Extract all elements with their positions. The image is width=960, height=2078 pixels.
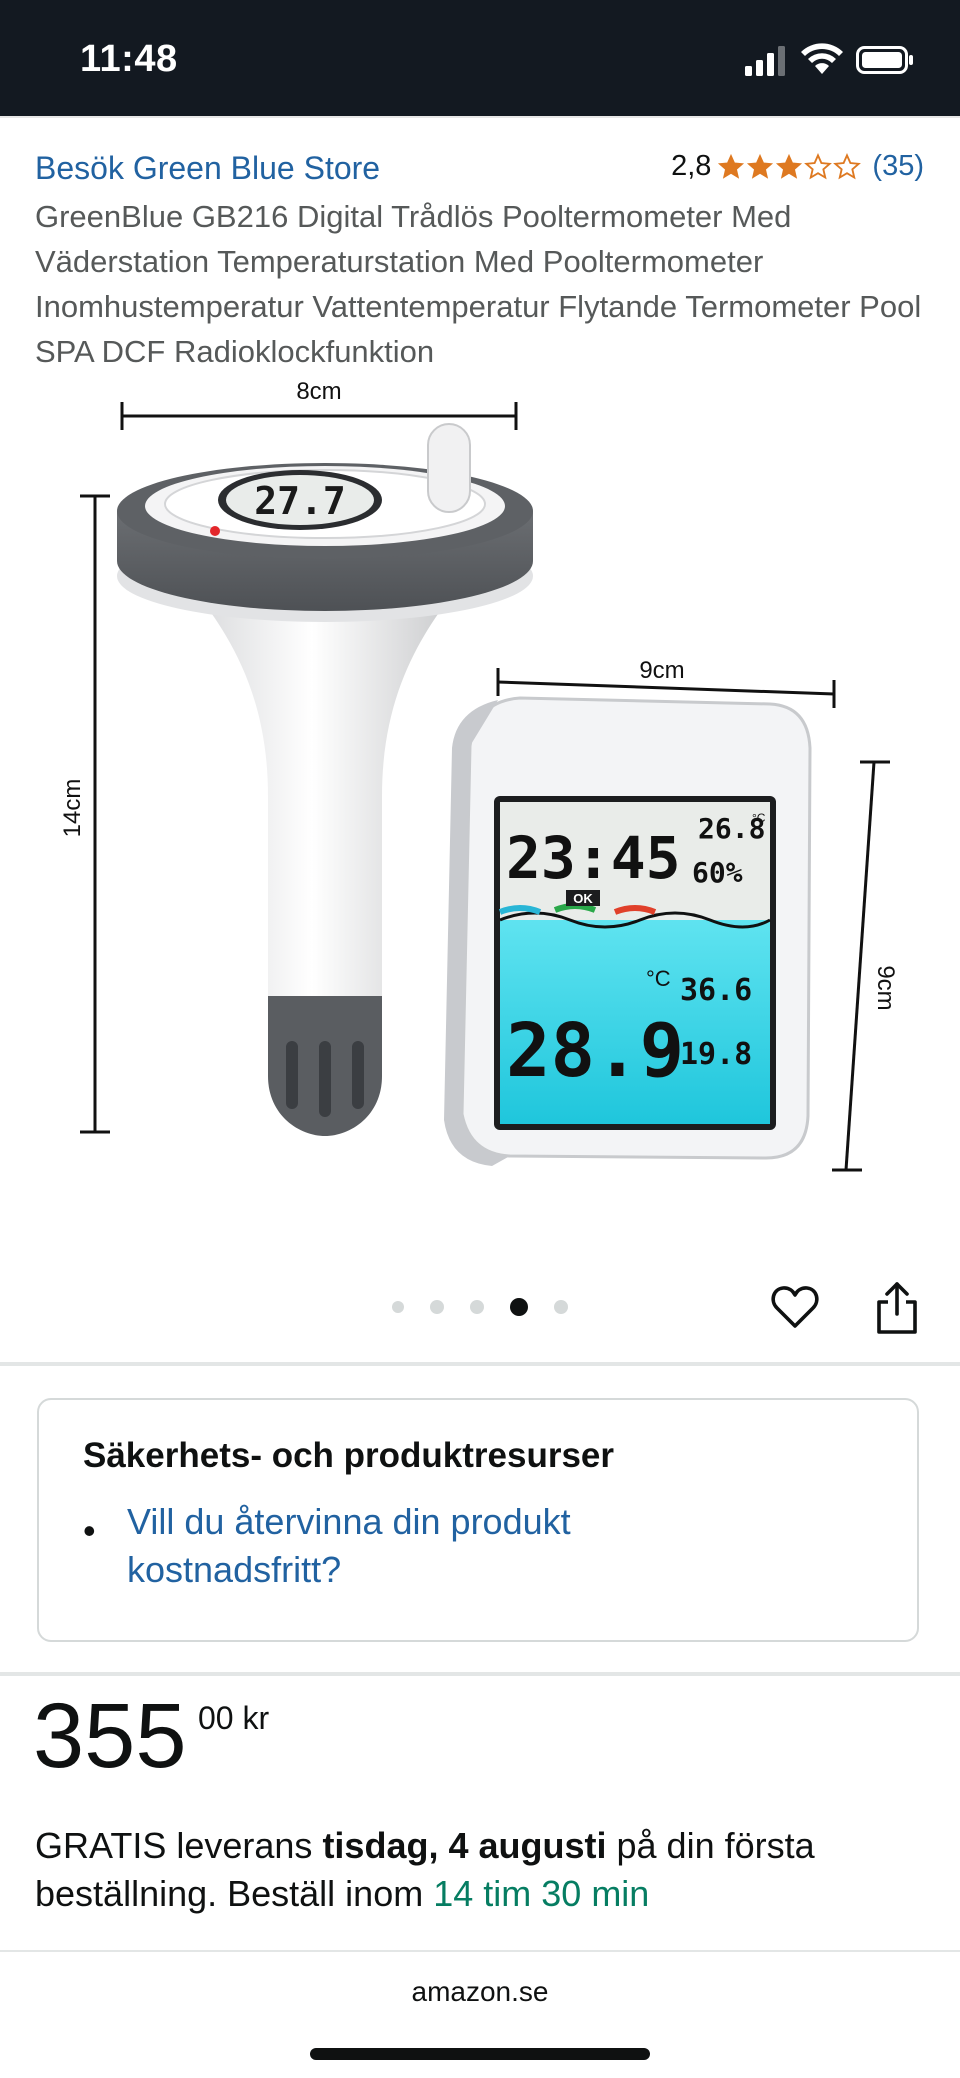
station-max-temp: 36.6 xyxy=(680,973,752,1008)
star-rating xyxy=(717,152,862,181)
price-fraction: 00 kr xyxy=(198,1700,270,1736)
carousel-pagination[interactable] xyxy=(392,1298,594,1316)
float-lcd-digits: 27.7 xyxy=(254,479,346,523)
delivery-date: tisdag, 4 augusti xyxy=(322,1825,607,1866)
dimension-float-height: 14cm xyxy=(59,779,86,838)
price-whole: 355 xyxy=(33,1685,187,1787)
delivery-info: GRATIS leverans tisdag, 4 augusti på din… xyxy=(35,1822,935,1918)
weather-station: OK 23:45 26.8 °C 60% 28.9 °C 36.6 19.8 xyxy=(444,696,812,1166)
browser-url[interactable]: amazon.se xyxy=(0,1976,960,2008)
rating-summary[interactable]: 2,8 (35) xyxy=(671,150,924,183)
store-link[interactable]: Besök Green Blue Store xyxy=(35,150,380,187)
station-indoor-unit: °C xyxy=(752,811,766,825)
share-icon[interactable] xyxy=(872,1280,922,1336)
section-divider xyxy=(0,1672,960,1676)
wifi-icon xyxy=(801,43,843,74)
bullet-icon: • xyxy=(83,1510,96,1551)
carousel-dot[interactable] xyxy=(554,1300,568,1314)
battery-icon xyxy=(856,46,913,74)
carousel-dot[interactable] xyxy=(430,1300,444,1314)
station-pool-temp: 28.9 xyxy=(506,1008,684,1094)
section-divider xyxy=(0,1362,960,1366)
station-time: 23:45 xyxy=(506,824,681,892)
star-full-icon xyxy=(747,153,774,179)
station-min-temp: 19.8 xyxy=(680,1037,752,1072)
station-humidity: 60% xyxy=(692,856,743,889)
carousel-dot[interactable] xyxy=(392,1301,404,1313)
delivery-prefix: GRATIS leverans xyxy=(35,1825,313,1866)
star-full-icon xyxy=(718,153,745,179)
recycle-product-link[interactable]: Vill du återvinna din produkt kostnadsfr… xyxy=(127,1498,727,1594)
star-empty-icon xyxy=(804,152,833,179)
station-pool-unit: °C xyxy=(646,966,671,991)
station-ok-badge: OK xyxy=(573,891,593,906)
safety-resources-card: Säkerhets- och produktresurser • Vill du… xyxy=(37,1398,919,1642)
review-count-link[interactable]: (35) xyxy=(872,150,924,183)
rating-value: 2,8 xyxy=(671,150,712,182)
url-divider xyxy=(0,1950,960,1952)
star-empty-icon xyxy=(833,152,862,179)
cellular-signal-icon xyxy=(745,46,785,76)
product-title: GreenBlue GB216 Digital Trådlös Poolterm… xyxy=(35,199,922,369)
top-divider xyxy=(0,116,960,118)
delivery-countdown: 14 tim 30 min xyxy=(433,1873,650,1914)
carousel-dot-active[interactable] xyxy=(510,1298,528,1316)
status-time: 11:48 xyxy=(80,38,178,80)
carousel-dot[interactable] xyxy=(470,1300,484,1314)
product-image[interactable]: 8cm 14cm 27.7 9cm 9cm OK 23:45 26.8 °C 6… xyxy=(0,376,960,1206)
dimension-float-width: 8cm xyxy=(296,378,341,405)
status-bar: 11:48 xyxy=(0,0,960,116)
resources-title: Säkerhets- och produktresurser xyxy=(83,1436,615,1475)
home-indicator[interactable] xyxy=(310,2048,650,2060)
dimension-station-width: 9cm xyxy=(639,657,684,684)
heart-icon[interactable] xyxy=(770,1282,820,1332)
dimension-station-height: 9cm xyxy=(872,965,899,1010)
star-full-icon xyxy=(776,153,803,179)
